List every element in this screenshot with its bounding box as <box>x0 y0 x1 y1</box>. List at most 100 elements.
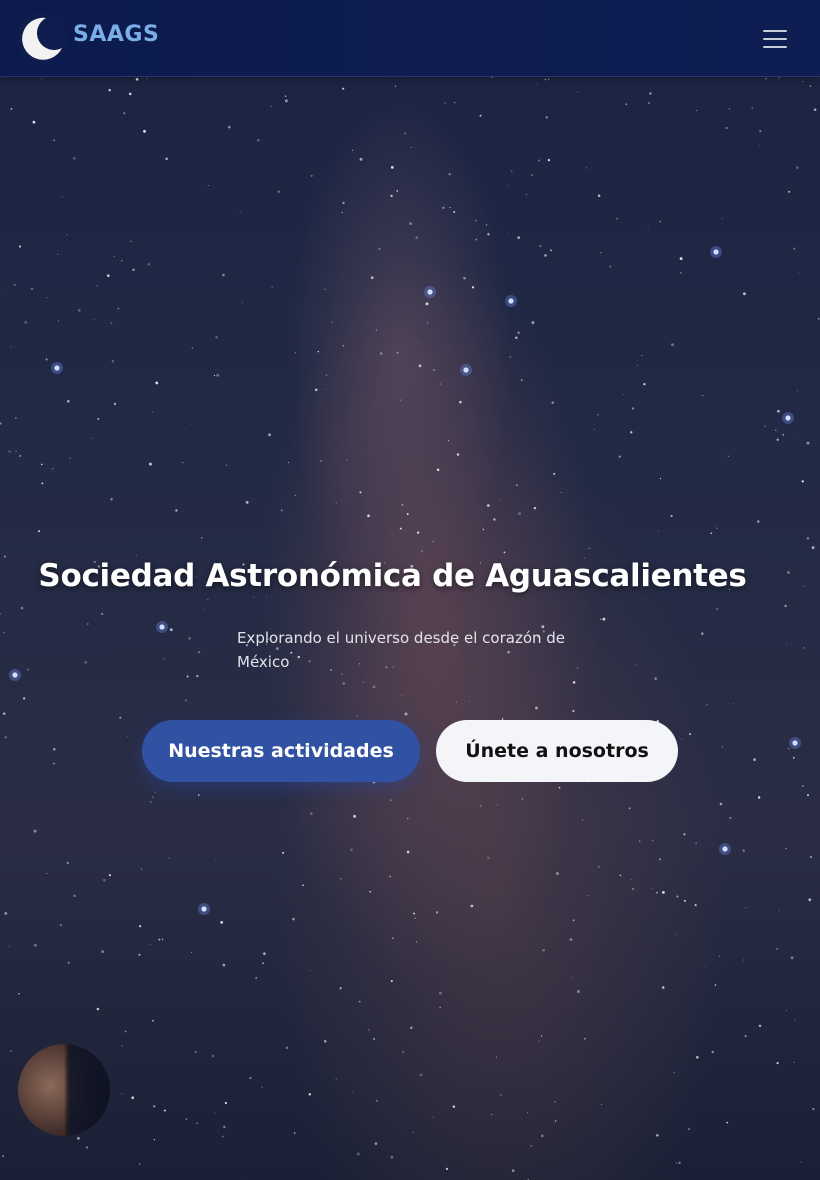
star <box>775 429 777 432</box>
star <box>339 987 342 990</box>
star <box>346 459 348 461</box>
star <box>432 1116 434 1118</box>
star <box>459 400 462 404</box>
star <box>599 618 602 620</box>
star <box>390 194 393 198</box>
star <box>412 1131 414 1133</box>
star <box>516 484 518 486</box>
star <box>197 794 200 796</box>
star <box>66 234 68 236</box>
star <box>33 829 37 833</box>
star <box>140 868 143 870</box>
hamburger-menu-icon[interactable] <box>756 24 794 54</box>
star <box>680 272 682 274</box>
star <box>294 352 297 354</box>
brand-name[interactable]: SAAGS <box>73 22 159 47</box>
activities-button[interactable]: Nuestras actividades <box>142 720 420 782</box>
star <box>67 400 70 403</box>
star <box>726 1121 729 1124</box>
star <box>487 233 490 236</box>
star <box>474 219 477 222</box>
star <box>138 924 142 928</box>
star <box>503 551 506 554</box>
star <box>722 846 728 852</box>
star <box>649 92 652 95</box>
star <box>786 643 788 645</box>
star <box>796 390 798 392</box>
star <box>57 253 59 255</box>
star <box>353 814 357 818</box>
star <box>695 842 697 844</box>
star <box>169 628 173 632</box>
star <box>630 878 632 881</box>
star <box>324 1040 327 1043</box>
star <box>792 756 795 759</box>
star <box>61 196 64 198</box>
star <box>572 681 576 684</box>
star <box>721 746 723 748</box>
star <box>759 145 761 146</box>
star <box>756 520 760 523</box>
star <box>800 1161 802 1163</box>
star <box>4 736 7 739</box>
star <box>507 185 509 187</box>
star <box>625 103 628 106</box>
star <box>609 265 612 268</box>
star <box>335 502 337 504</box>
moon-icon[interactable] <box>16 12 68 64</box>
star <box>435 911 439 914</box>
star <box>471 286 475 289</box>
star <box>661 890 665 894</box>
star <box>801 785 804 787</box>
star <box>636 364 638 366</box>
star <box>499 499 501 501</box>
star <box>616 218 618 220</box>
star <box>389 875 391 878</box>
star <box>439 991 442 995</box>
star <box>20 606 24 610</box>
star <box>535 706 538 710</box>
star <box>728 108 731 110</box>
star <box>721 218 723 220</box>
star <box>261 1086 263 1088</box>
star <box>182 461 184 464</box>
star <box>448 440 450 442</box>
star <box>544 78 547 81</box>
star <box>401 504 404 506</box>
star <box>155 381 159 385</box>
star <box>249 1077 252 1080</box>
star <box>654 677 657 680</box>
star <box>796 438 798 440</box>
star <box>131 1096 135 1100</box>
star <box>485 224 488 226</box>
star <box>130 240 132 243</box>
star <box>41 482 44 485</box>
star <box>113 255 115 257</box>
join-us-button[interactable]: Únete a nosotros <box>436 720 678 782</box>
star <box>146 78 148 80</box>
star <box>675 1162 677 1164</box>
star <box>500 1094 502 1096</box>
star <box>37 529 41 533</box>
star <box>817 318 820 320</box>
star <box>453 101 456 104</box>
star <box>639 840 641 842</box>
star <box>588 547 591 550</box>
star <box>618 455 621 458</box>
star <box>154 791 157 793</box>
star <box>759 130 762 133</box>
star <box>806 794 810 797</box>
star <box>425 302 429 306</box>
star <box>444 102 446 104</box>
star <box>661 986 665 989</box>
star <box>406 513 409 515</box>
star <box>659 477 662 480</box>
star <box>688 1128 690 1130</box>
star <box>138 1163 141 1165</box>
star <box>696 1056 699 1059</box>
star <box>46 872 48 874</box>
star <box>367 514 370 518</box>
star <box>368 1028 370 1031</box>
star <box>10 1050 13 1053</box>
star <box>3 631 5 634</box>
